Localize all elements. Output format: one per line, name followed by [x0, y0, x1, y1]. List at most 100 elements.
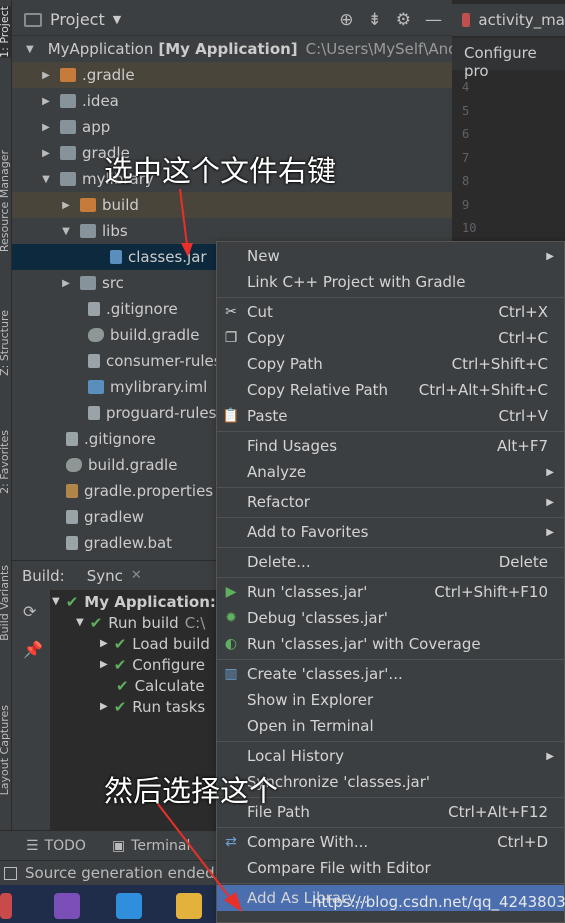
- menu-separator: [217, 431, 564, 432]
- menu-item-copy[interactable]: ❐ Copy Ctrl+C: [217, 325, 564, 351]
- chevron-right-icon[interactable]: ▶: [40, 96, 52, 107]
- chevron-right-icon[interactable]: ▶: [100, 638, 108, 649]
- menu-item-label: Local History: [247, 747, 345, 765]
- coverage-icon: ◐: [224, 636, 238, 652]
- chevron-right-icon[interactable]: ▶: [60, 200, 72, 211]
- menu-item-local-history[interactable]: Local History ▶: [217, 743, 564, 769]
- chevron-down-icon[interactable]: ▼: [76, 617, 84, 628]
- gradle-icon: [88, 328, 104, 342]
- tree-row-idea[interactable]: ▶ .idea: [12, 88, 452, 114]
- chevron-right-icon[interactable]: ▶: [100, 701, 108, 712]
- line-number: 8: [462, 174, 470, 188]
- menu-item-run-classes-jar[interactable]: ▶ Run 'classes.jar' Ctrl+Shift+F10: [217, 579, 564, 605]
- menu-item-label: Analyze: [247, 463, 307, 481]
- menu-item-copy-relative-path[interactable]: Copy Relative Path Ctrl+Alt+Shift+C: [217, 377, 564, 403]
- menu-item-create-classes-jar[interactable]: ▥ Create 'classes.jar'...: [217, 661, 564, 687]
- properties-icon: [66, 484, 78, 498]
- build-tree-row[interactable]: ▼ ✔ My Application:: [52, 591, 216, 612]
- tree-row-build[interactable]: ▶ build: [12, 192, 452, 218]
- chevron-right-icon[interactable]: ▶: [40, 70, 52, 81]
- menu-item-label: Open in Terminal: [247, 717, 374, 735]
- gear-icon[interactable]: ⚙: [396, 10, 411, 30]
- locate-icon[interactable]: ⊕: [339, 10, 353, 30]
- chevron-down-icon[interactable]: ▼: [40, 174, 52, 185]
- chevron-down-icon[interactable]: ▼: [26, 44, 34, 55]
- pin-icon[interactable]: 📌: [23, 640, 43, 659]
- clipboard-icon: 📋: [222, 408, 240, 424]
- tool-tab-structure[interactable]: Z: Structure: [0, 310, 11, 376]
- tree-row-gradle-dir[interactable]: ▶ .gradle: [12, 62, 452, 88]
- tree-row-app[interactable]: ▶ app: [12, 114, 452, 140]
- chevron-down-icon[interactable]: ▼: [60, 226, 72, 237]
- chevron-down-icon[interactable]: ▼: [52, 596, 60, 607]
- editor-tab[interactable]: activity_ma: [452, 4, 565, 36]
- menu-item-new[interactable]: New ▶: [217, 243, 564, 269]
- menu-item-debug-classes-jar[interactable]: ✹ Debug 'classes.jar': [217, 605, 564, 631]
- build-tree-row[interactable]: ▶ ✔ Run tasks: [100, 696, 205, 717]
- project-panel-title[interactable]: Project: [50, 10, 105, 29]
- menu-item-label: Copy: [247, 329, 286, 347]
- build-tree-row[interactable]: ▼ ✔ Run build C:\: [76, 612, 205, 633]
- minimize-icon[interactable]: —: [425, 10, 442, 30]
- file-icon: [88, 406, 100, 420]
- menu-separator: [217, 883, 564, 884]
- visual-studio-icon[interactable]: [54, 893, 80, 919]
- tool-tab-resource-manager[interactable]: Resource Manager: [0, 150, 11, 252]
- jar-icon: [110, 250, 122, 264]
- line-number: 4: [462, 80, 470, 94]
- submenu-arrow-icon: ▶: [546, 496, 554, 508]
- menu-item-label: Refactor: [247, 493, 310, 511]
- check-icon: ✔: [113, 634, 127, 653]
- menu-item-compare-file-with-editor[interactable]: Compare File with Editor: [217, 855, 564, 881]
- chevron-right-icon[interactable]: ▶: [40, 122, 52, 133]
- sync-icon[interactable]: ⟳: [23, 602, 36, 621]
- tool-tab-favorites[interactable]: 2: Favorites: [0, 430, 11, 494]
- app-icon[interactable]: [0, 893, 12, 919]
- chevron-right-icon[interactable]: ▶: [40, 148, 52, 159]
- build-tree-row[interactable]: ✔ Calculate: [116, 675, 205, 696]
- menu-item-show-in-explorer[interactable]: Show in Explorer: [217, 687, 564, 713]
- check-icon: ✔: [113, 697, 127, 716]
- menu-item-copy-path[interactable]: Copy Path Ctrl+Shift+C: [217, 351, 564, 377]
- chevron-right-icon[interactable]: ▶: [100, 659, 108, 670]
- module-folder-icon: [60, 120, 76, 134]
- chevron-down-icon[interactable]: ▼: [113, 13, 121, 26]
- sync-tab[interactable]: Sync: [87, 567, 123, 585]
- close-icon[interactable]: ✕: [131, 568, 142, 583]
- tool-tab-layout-captures[interactable]: Layout Captures: [0, 705, 11, 795]
- menu-item-delete[interactable]: Delete... Delete: [217, 549, 564, 575]
- app-icon[interactable]: [116, 893, 142, 919]
- watermark: https://blog.csdn.net/qq_42438039: [312, 893, 565, 911]
- menu-separator: [217, 659, 564, 660]
- annotation-arrow-1: [179, 188, 193, 257]
- build-tree-row[interactable]: ▶ ✔ Configure: [100, 654, 205, 675]
- build-label: Build:: [22, 566, 65, 585]
- menu-item-open-in-terminal[interactable]: Open in Terminal: [217, 713, 564, 739]
- menu-item-refactor[interactable]: Refactor ▶: [217, 489, 564, 515]
- todo-tab[interactable]: TODO: [45, 838, 86, 854]
- build-tree-row[interactable]: ▶ ✔ Load build: [100, 633, 210, 654]
- menu-item-run-classes-jar-with-coverage[interactable]: ◐ Run 'classes.jar' with Coverage: [217, 631, 564, 657]
- gradle-icon: [66, 458, 82, 472]
- tool-tab-build-variants[interactable]: Build Variants: [0, 565, 11, 641]
- collapse-icon[interactable]: ⇟: [368, 10, 382, 30]
- menu-item-label: Find Usages: [247, 437, 338, 455]
- status-toggle-icon[interactable]: [4, 866, 17, 880]
- chevron-right-icon[interactable]: ▶: [60, 278, 72, 289]
- menu-item-find-usages[interactable]: Find Usages Alt+F7: [217, 433, 564, 459]
- menu-item-cut[interactable]: ✂ Cut Ctrl+X: [217, 299, 564, 325]
- menu-separator: [217, 547, 564, 548]
- menu-separator: [217, 487, 564, 488]
- menu-item-analyze[interactable]: Analyze ▶: [217, 459, 564, 485]
- menu-item-add-to-favorites[interactable]: Add to Favorites ▶: [217, 519, 564, 545]
- tool-tab-project[interactable]: 1: Project: [0, 6, 11, 58]
- menu-item-link-c-project-with-gradle[interactable]: Link C++ Project with Gradle: [217, 269, 564, 295]
- menu-item-label: Delete...: [247, 553, 311, 571]
- menu-item-shortcut: Ctrl+Alt+Shift+C: [418, 381, 548, 399]
- project-icon: [24, 12, 42, 27]
- menu-item-paste[interactable]: 📋 Paste Ctrl+V: [217, 403, 564, 429]
- build-toolbar: ⟳ 📌: [12, 590, 50, 830]
- menu-item-compare-with[interactable]: ⇄ Compare With... Ctrl+D: [217, 829, 564, 855]
- tree-row-root[interactable]: ▼ MyApplication [My Application] C:\User…: [12, 36, 452, 62]
- configure-banner[interactable]: Configure pro: [452, 38, 565, 80]
